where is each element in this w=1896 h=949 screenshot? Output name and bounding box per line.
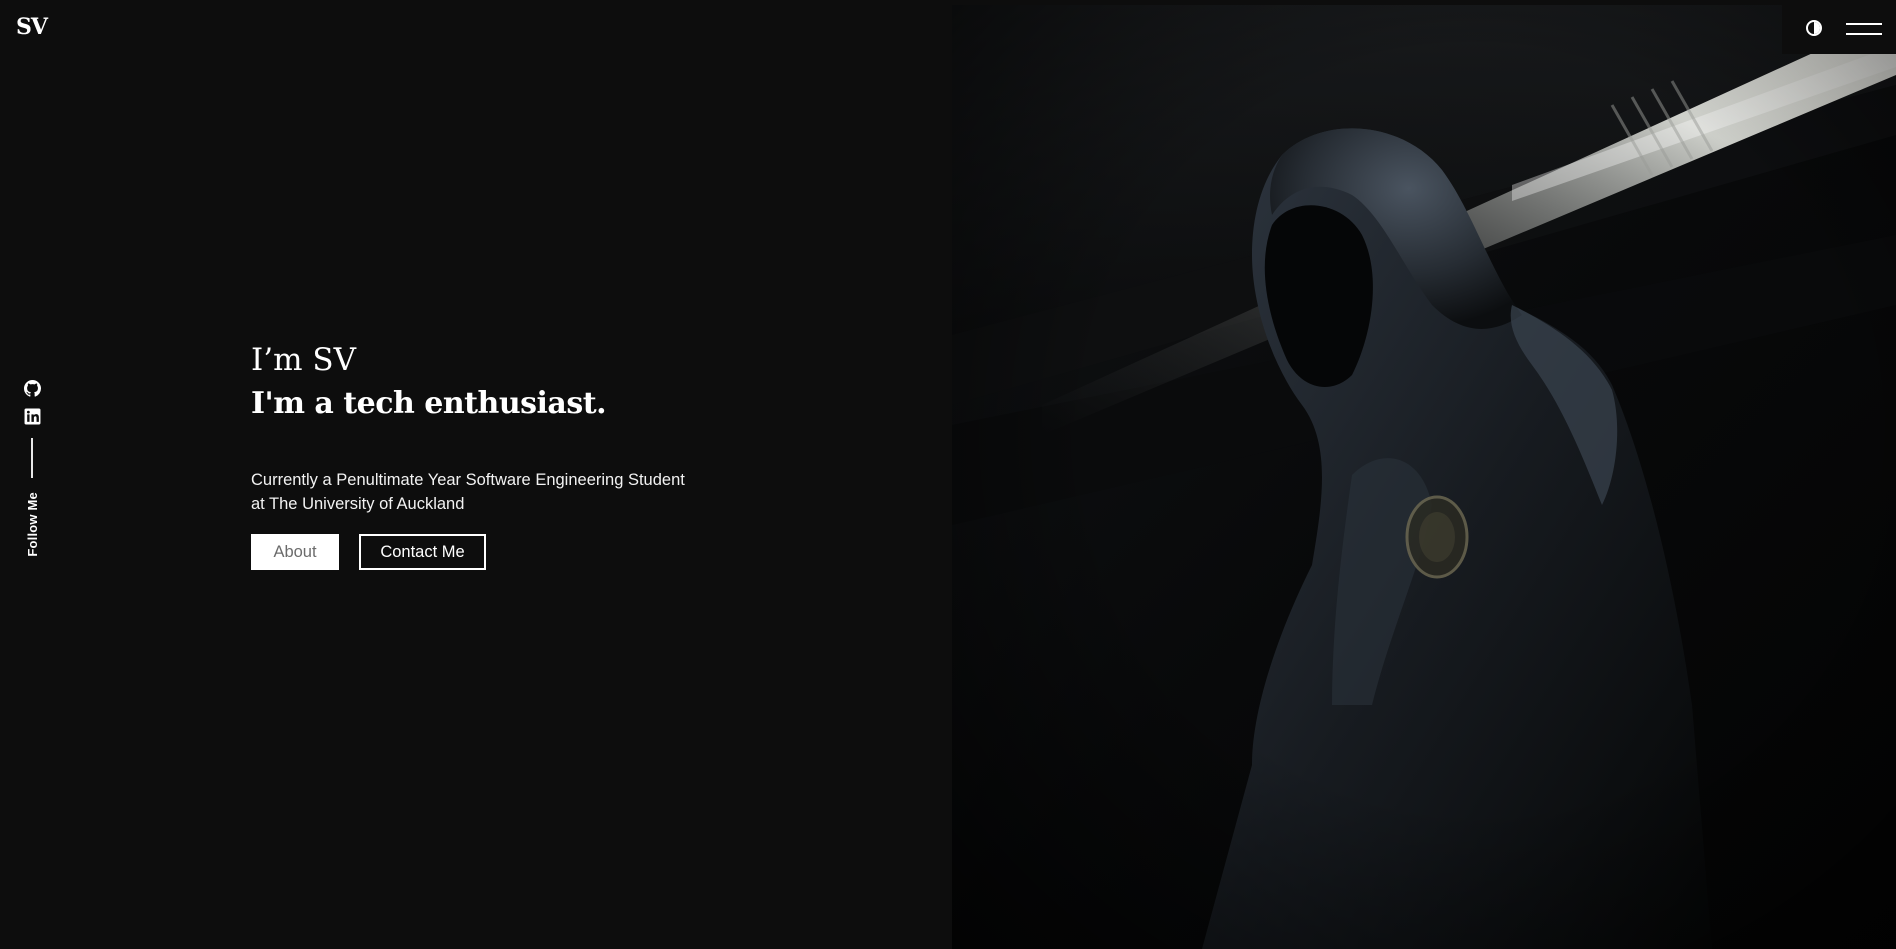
hero-greeting: I’m SV — [251, 342, 356, 378]
hero-tagline: I'm a tech enthusiast. — [251, 386, 607, 421]
hero-description-line1: Currently a Penultimate Year Software En… — [251, 471, 685, 489]
site-logo[interactable]: SV — [16, 14, 48, 40]
top-controls — [1782, 0, 1896, 54]
contact-me-button[interactable]: Contact Me — [359, 534, 486, 570]
page: SV Follow Me I’m SV I'm a tech enthusias… — [0, 0, 1896, 949]
hooded-figure-image — [952, 5, 1896, 949]
rail-divider — [31, 438, 33, 478]
hamburger-menu-icon[interactable] — [1846, 21, 1882, 37]
about-button[interactable]: About — [251, 534, 339, 570]
github-icon[interactable] — [23, 380, 41, 397]
hero-section: I’m SV I'm a tech enthusiast. Currently … — [251, 340, 731, 570]
contrast-icon[interactable] — [1806, 20, 1822, 36]
hero-description: Currently a Penultimate Year Software En… — [251, 468, 731, 516]
linkedin-icon[interactable] — [24, 408, 41, 425]
hero-photo — [952, 5, 1896, 949]
hero-buttons: About Contact Me — [251, 534, 731, 570]
follow-me-label: Follow Me — [24, 492, 40, 557]
social-rail: Follow Me — [22, 380, 42, 557]
hero-description-line2: at The University of Auckland — [251, 495, 465, 513]
